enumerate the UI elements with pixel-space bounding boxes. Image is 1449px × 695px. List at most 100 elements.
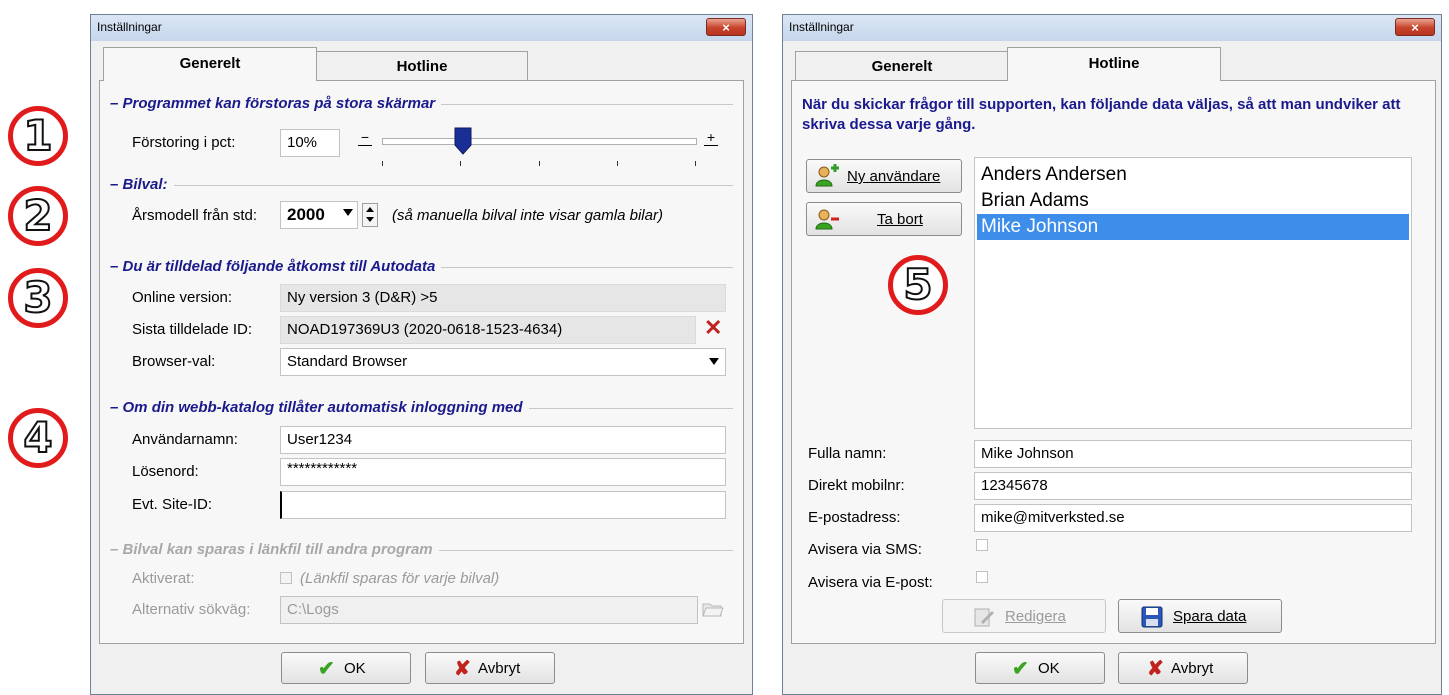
slider-tick xyxy=(460,161,462,166)
check-icon: ✔ xyxy=(318,658,335,680)
sms-label: Avisera via SMS: xyxy=(808,541,922,558)
section-access-title: Du är tilldelad följande åtkomst till Au… xyxy=(122,258,436,275)
remove-user-button[interactable]: Ta bort xyxy=(806,202,962,236)
section-link-title: Bilval kan sparas i länkfil till andra p… xyxy=(122,541,433,558)
mobile-label: Direkt mobilnr: xyxy=(808,477,905,494)
save-button[interactable]: Spara data xyxy=(1118,599,1282,633)
annotation-2: 2 xyxy=(8,186,68,246)
browser-value: Standard Browser xyxy=(287,353,408,370)
year-spinner[interactable]: 2000 xyxy=(280,201,380,229)
new-user-label: Ny användare xyxy=(847,168,941,185)
tab-panel-hotline: När du skickar frågor till supporten, ka… xyxy=(791,80,1436,644)
email-label: E-postadress: xyxy=(808,509,901,526)
slider-ticks xyxy=(382,161,696,167)
intro-text: När du skickar frågor till supporten, ka… xyxy=(802,96,1401,133)
password-input[interactable]: ************ xyxy=(280,458,726,486)
edit-button[interactable]: Redigera xyxy=(942,599,1106,633)
close-button[interactable]: × xyxy=(706,18,746,36)
edit-icon xyxy=(973,606,995,628)
slider-thumb[interactable] xyxy=(454,127,472,155)
tab-generelt[interactable]: Generelt xyxy=(795,51,1009,81)
path-input: C:\Logs xyxy=(280,596,698,624)
section-link: – Bilval kan sparas i länkfil till andra… xyxy=(110,541,733,559)
folder-icon[interactable] xyxy=(702,600,724,618)
active-label: Aktiverat: xyxy=(132,570,195,587)
slider-tick xyxy=(616,161,618,166)
last-id-field: NOAD197369U3 (2020-0618-1523-4634) xyxy=(280,316,696,344)
password-label: Lösenord: xyxy=(132,463,199,480)
title-bar: Inställningar × xyxy=(783,15,1441,41)
add-user-icon xyxy=(815,164,839,188)
chevron-down-icon[interactable] xyxy=(709,358,719,365)
tab-hotline[interactable]: Hotline xyxy=(1007,47,1221,81)
online-version-label: Online version: xyxy=(132,289,233,306)
close-button[interactable]: × xyxy=(1395,18,1435,36)
cancel-button[interactable]: ✘ Avbryt xyxy=(1118,652,1248,684)
cancel-x-icon: ✘ xyxy=(454,658,471,680)
settings-dialog-left: Inställningar × Generelt Hotline – Progr… xyxy=(90,14,753,695)
ok-button[interactable]: ✔ OK xyxy=(975,652,1105,684)
ok-button[interactable]: ✔ OK xyxy=(281,652,411,684)
list-item[interactable]: Anders Andersen xyxy=(977,162,1409,188)
active-checkbox[interactable] xyxy=(280,572,292,584)
annotation-5: 5 xyxy=(888,255,948,315)
zoom-value-field[interactable]: 10% xyxy=(280,129,340,157)
tab-generelt[interactable]: Generelt xyxy=(103,47,317,81)
clear-id-icon[interactable]: ✕ xyxy=(704,315,722,341)
user-list[interactable]: Anders Andersen Brian Adams Mike Johnson xyxy=(974,157,1412,429)
tab-panel-generelt: – Programmet kan förstoras på stora skär… xyxy=(99,80,744,644)
username-input[interactable]: User1234 xyxy=(280,426,726,454)
last-id-label: Sista tilldelade ID: xyxy=(132,321,253,338)
email-notify-checkbox[interactable] xyxy=(976,571,988,583)
cancel-label: Avbryt xyxy=(1171,660,1214,677)
settings-dialog-right: Inställningar × Generelt Hotline När du … xyxy=(782,14,1442,695)
cancel-x-icon: ✘ xyxy=(1147,658,1164,680)
section-access: – Du är tilldelad följande åtkomst till … xyxy=(110,258,733,276)
path-label: Alternativ sökväg: xyxy=(132,601,251,618)
chevron-down-icon[interactable] xyxy=(343,209,353,216)
spin-buttons[interactable] xyxy=(362,203,378,227)
list-item-selected[interactable]: Mike Johnson xyxy=(977,214,1409,240)
year-note: (så manuella bilval inte visar gamla bil… xyxy=(392,207,663,224)
zoom-slider[interactable]: − + xyxy=(358,127,728,167)
browser-select[interactable]: Standard Browser xyxy=(280,348,726,376)
window-title: Inställningar xyxy=(97,20,162,34)
spin-up-icon[interactable] xyxy=(366,207,374,212)
full-name-label: Fulla namn: xyxy=(808,445,887,462)
slider-track xyxy=(382,138,697,145)
sms-checkbox[interactable] xyxy=(976,539,988,551)
ok-label: OK xyxy=(344,660,366,677)
browser-label: Browser-val: xyxy=(132,353,216,370)
save-label: Spara data xyxy=(1173,608,1247,625)
slider-tick xyxy=(695,161,696,166)
tab-hotline[interactable]: Hotline xyxy=(316,51,528,81)
year-select[interactable]: 2000 xyxy=(280,201,358,229)
section-car-title: Bilval: xyxy=(122,176,168,193)
cancel-label: Avbryt xyxy=(478,660,521,677)
year-value: 2000 xyxy=(287,205,325,224)
check-icon: ✔ xyxy=(1012,658,1029,680)
email-notify-label: Avisera via E-post: xyxy=(808,574,933,591)
remove-user-icon xyxy=(815,207,839,231)
slider-tick xyxy=(538,161,540,166)
section-zoom-title: Programmet kan förstoras på stora skärma… xyxy=(122,95,436,112)
section-login: – Om din webb-katalog tillåter automatis… xyxy=(110,399,733,417)
remove-user-label: Ta bort xyxy=(877,211,923,228)
title-bar: Inställningar × xyxy=(91,15,752,41)
cancel-button[interactable]: ✘ Avbryt xyxy=(425,652,555,684)
window-title: Inställningar xyxy=(789,20,854,34)
spin-down-icon[interactable] xyxy=(366,217,374,222)
site-id-input[interactable] xyxy=(280,491,726,519)
ok-label: OK xyxy=(1038,660,1060,677)
annotation-3: 3 xyxy=(8,268,68,328)
zoom-minus[interactable]: − xyxy=(358,129,372,146)
annotation-1: 1 xyxy=(8,106,68,166)
email-input[interactable]: mike@mitverksted.se xyxy=(974,504,1412,532)
section-zoom: – Programmet kan förstoras på stora skär… xyxy=(110,95,733,113)
edit-label: Redigera xyxy=(1005,608,1066,625)
list-item[interactable]: Brian Adams xyxy=(977,188,1409,214)
zoom-plus[interactable]: + xyxy=(704,129,718,146)
new-user-button[interactable]: Ny användare xyxy=(806,159,962,193)
mobile-input[interactable]: 12345678 xyxy=(974,472,1412,500)
full-name-input[interactable]: Mike Johnson xyxy=(974,440,1412,468)
